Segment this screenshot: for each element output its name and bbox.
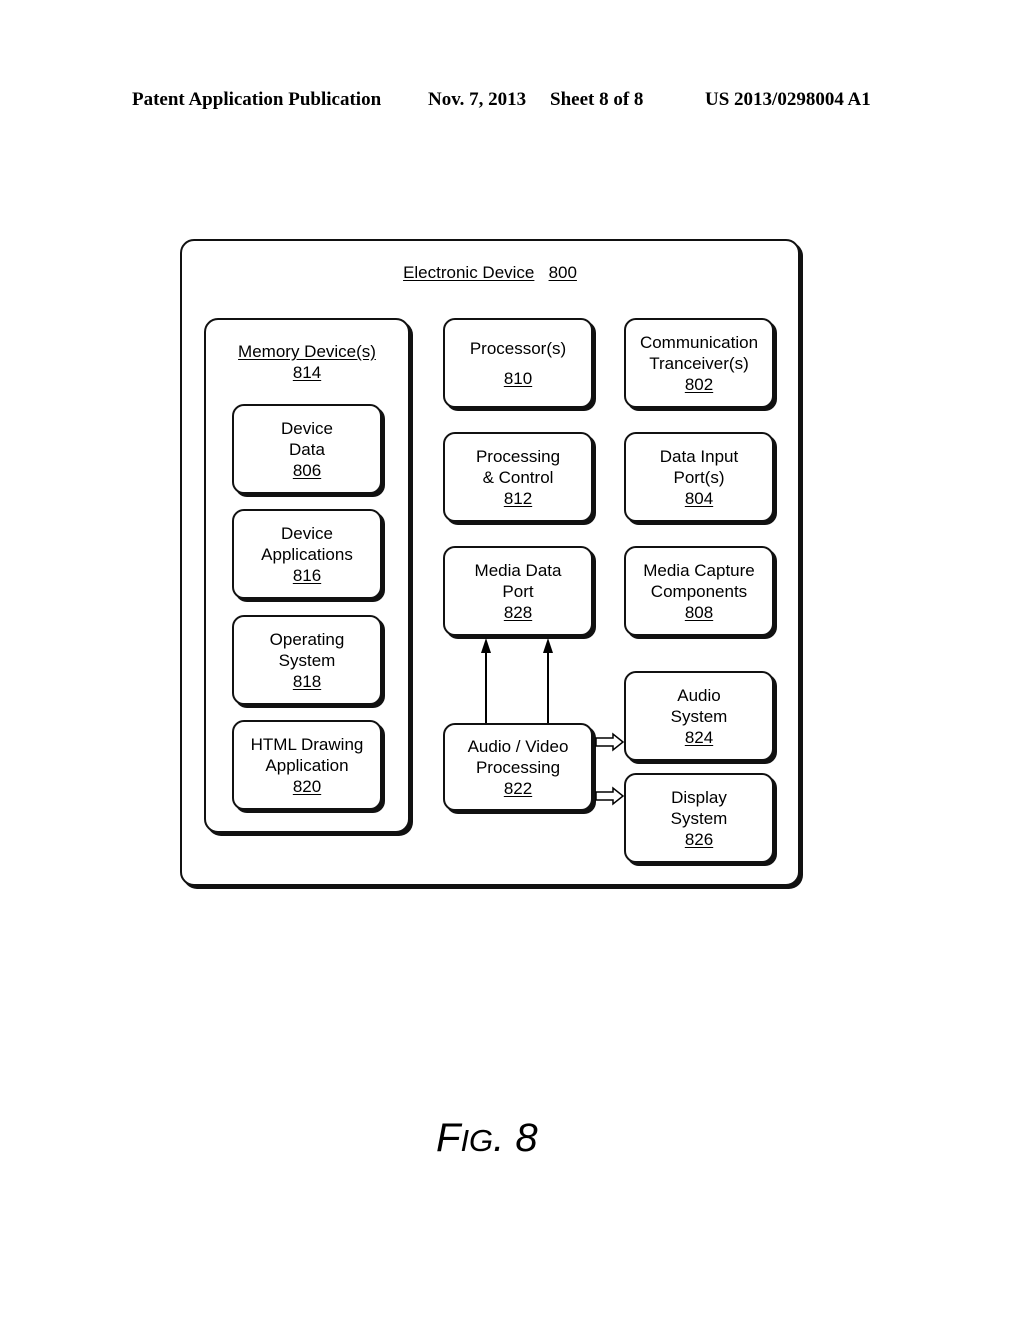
figure-label-prefix-small: IG <box>460 1123 494 1158</box>
figure-label-number: . 8 <box>493 1116 538 1160</box>
figure-label: FIG. 8 <box>436 1116 538 1161</box>
arrow-av-to-media-port-right <box>543 638 553 723</box>
arrow-av-to-media-port-left <box>481 638 491 723</box>
arrow-av-to-display-system <box>595 786 625 806</box>
arrow-av-to-audio-system <box>595 732 625 752</box>
figure-label-prefix: F <box>436 1116 461 1160</box>
